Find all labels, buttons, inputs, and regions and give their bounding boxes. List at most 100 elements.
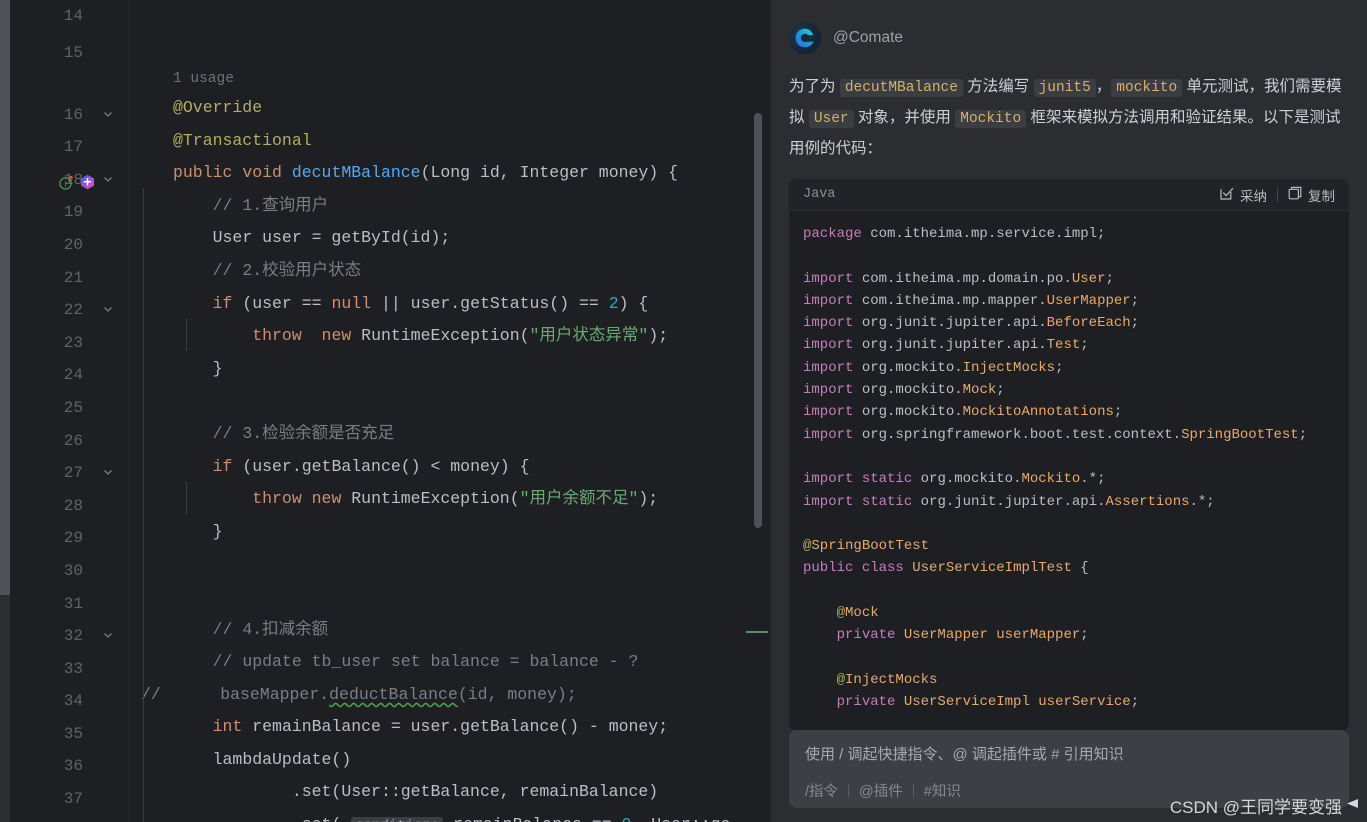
gutter-row[interactable]: 24 — [10, 359, 129, 392]
gutter-row[interactable]: 28 — [10, 490, 129, 523]
divider — [1277, 187, 1278, 202]
gutter-markers[interactable]: I — [58, 171, 95, 190]
comate-gutter-icon[interactable] — [80, 171, 95, 189]
line-number: 17 — [63, 138, 83, 157]
chip-command[interactable]: /指令 — [805, 780, 838, 801]
override-method-icon[interactable]: I — [58, 171, 75, 190]
msg-seg: 对象，并使用 — [853, 109, 956, 126]
gutter-row[interactable]: 15 — [10, 33, 129, 73]
line-number: 35 — [63, 724, 83, 743]
inline-code-ref: Mockito — [955, 110, 1027, 128]
gutter-row[interactable]: 19 — [10, 196, 129, 229]
gutter-row[interactable]: 14 — [10, 0, 129, 33]
gutter-row[interactable]: 30 — [10, 555, 129, 588]
code-block-content[interactable]: package com.itheima.mp.service.impl; imp… — [789, 211, 1349, 730]
gutter-row[interactable]: 37 — [10, 783, 129, 816]
code-line: } — [212, 358, 223, 378]
line-number: 36 — [63, 757, 83, 776]
code-usage-hint[interactable]: 1 usage — [131, 66, 770, 92]
line-number: 22 — [63, 301, 83, 320]
copy-label: 复制 — [1308, 188, 1335, 204]
code-line: } — [212, 521, 223, 541]
comate-assistant-panel[interactable]: @Comate 为了为 decutMBalance 方法编写 junit5， mo… — [770, 0, 1367, 822]
line-number: 28 — [63, 496, 83, 515]
line-number: 37 — [63, 790, 83, 809]
line-number: 29 — [63, 529, 83, 548]
code-line: // 4.扣减余额 — [212, 619, 329, 639]
gutter-row[interactable]: 17 — [10, 131, 129, 164]
code-block-actions: 采纳 复制 — [1220, 185, 1335, 205]
gutter-row[interactable]: 27 — [10, 457, 129, 490]
gutter-row[interactable]: 26 — [10, 425, 129, 458]
fold-chevron-icon[interactable] — [101, 294, 115, 327]
code-line: if (user == null || user.getStatus() == … — [212, 293, 649, 313]
editor-gutter[interactable]: 14 15 16 17 18 I 19 20 21 22 23 24 25 26 27 28 29 30 31 32 3… — [10, 0, 130, 822]
line-number: 32 — [63, 627, 83, 646]
gutter-row[interactable]: 18 I — [10, 164, 129, 197]
adopt-button[interactable]: 采纳 — [1220, 185, 1267, 205]
divider — [848, 784, 850, 797]
editor-code-area[interactable]: 1 usage @Override @Transactional public … — [131, 0, 770, 822]
gutter-row[interactable]: 20 — [10, 229, 129, 262]
code-editor[interactable]: 14 15 16 17 18 I 19 20 21 22 23 24 25 26 27 28 29 30 31 32 3… — [0, 0, 770, 822]
code-line: if (user.getBalance() < money) { — [212, 456, 530, 476]
divider — [912, 784, 914, 797]
inline-code-ref: junit5 — [1033, 79, 1096, 97]
comate-logo-icon — [789, 22, 821, 54]
code-line: public void decutMBalance(Long id, Integ… — [173, 163, 679, 183]
gutter-row[interactable]: 32 — [10, 620, 129, 653]
line-number: 30 — [63, 561, 83, 580]
editor-vertical-scrollbar[interactable] — [754, 113, 762, 528]
code-line: // 1.查询用户 — [212, 195, 329, 215]
gutter-row[interactable]: 16 — [10, 99, 129, 132]
editor-left-scroll-strip[interactable] — [0, 0, 10, 595]
fold-chevron-icon[interactable] — [101, 620, 115, 653]
gutter-row[interactable]: 33 — [10, 653, 129, 686]
code-line: throw new RuntimeException("用户状态异常"); — [252, 326, 669, 346]
chat-input-placeholder[interactable]: 使用 / 调起快捷指令、@ 调起插件或 # 引用知识 — [805, 743, 1333, 764]
code-block-header: Java 采纳 复制 — [789, 179, 1349, 211]
param-hint-condition: condition: — [351, 817, 444, 822]
chip-knowledge[interactable]: #知识 — [924, 780, 961, 801]
gutter-row[interactable]: 25 — [10, 392, 129, 425]
line-number: 14 — [63, 7, 83, 25]
gutter-row[interactable]: 31 — [10, 588, 129, 621]
gutter-row[interactable]: 36 — [10, 750, 129, 783]
gutter-row[interactable]: 35 — [10, 718, 129, 751]
gutter-row — [10, 73, 129, 99]
copy-button[interactable]: 复制 — [1288, 185, 1335, 205]
line-number: 33 — [63, 659, 83, 678]
svg-text:I: I — [64, 179, 67, 188]
app-root: 14 15 16 17 18 I 19 20 21 22 23 24 25 26 27 28 29 30 31 32 3… — [0, 0, 1367, 822]
fold-chevron-icon[interactable] — [101, 99, 115, 132]
gutter-row[interactable]: 34 — [10, 685, 129, 718]
gutter-row[interactable]: 29 — [10, 522, 129, 555]
code-line: User user = getById(id); — [212, 228, 451, 248]
gutter-row[interactable]: 38 — [10, 816, 129, 822]
gutter-row[interactable]: 22 — [10, 294, 129, 327]
chip-plugin[interactable]: @插件 — [859, 780, 903, 801]
inline-code-ref: mockito — [1111, 79, 1183, 97]
code-block-language: Java — [803, 187, 836, 202]
fold-chevron-icon[interactable] — [101, 457, 115, 490]
line-number: 15 — [63, 43, 83, 62]
code-line: // baseMapper.deductBalance(id, money); — [141, 684, 577, 704]
line-number: 34 — [63, 692, 83, 711]
inline-code-ref: decutMBalance — [839, 79, 963, 97]
line-number: 16 — [63, 105, 83, 124]
code-line: @Transactional — [173, 130, 312, 150]
gutter-row[interactable]: 21 — [10, 262, 129, 295]
editor-change-marker — [746, 631, 768, 633]
code-line: throw new RuntimeException("用户余额不足"); — [252, 489, 659, 509]
chat-input-box[interactable]: 使用 / 调起快捷指令、@ 调起插件或 # 引用知识 /指令 @插件 #知识 — [789, 730, 1349, 808]
line-number: 31 — [63, 594, 83, 613]
msg-seg: 为了为 — [789, 78, 840, 95]
gutter-row[interactable]: 23 — [10, 327, 129, 360]
adopt-label: 采纳 — [1240, 188, 1267, 204]
inline-code-ref: User — [808, 110, 854, 128]
fold-chevron-icon[interactable] — [101, 164, 115, 197]
